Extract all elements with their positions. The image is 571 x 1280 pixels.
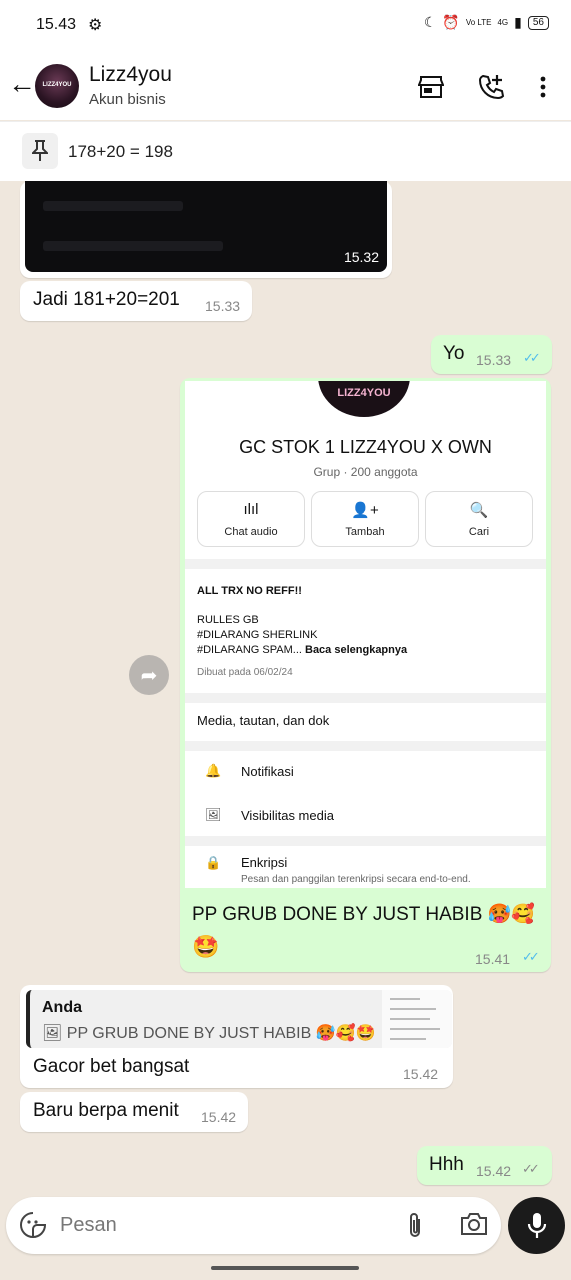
desc-line: ALL TRX NO REFF!! <box>197 585 302 597</box>
chat-audio-button: ılıl Chat audio <box>197 491 305 547</box>
desc-line: RULLES GB <box>197 614 259 626</box>
message-time: 15.41 <box>475 951 511 967</box>
message-text: Gacor bet bangsat <box>33 1056 190 1077</box>
created-date: Dibuat pada 06/02/24 <box>197 667 293 678</box>
message-time: 15.42 <box>476 1163 512 1179</box>
incoming-message[interactable]: Jadi 181+20=201 15.33 <box>20 281 252 321</box>
group-logo: LIZZ4YOU <box>318 381 410 417</box>
quoted-caption: PP GRUB DONE BY JUST HABIB 🥵🥰🤩 <box>66 1025 376 1042</box>
desc-line: #DILARANG SHERLINK <box>197 629 318 641</box>
pinned-message-bar[interactable]: 178+20 = 198 <box>0 121 571 181</box>
status-icons: ☾ ⏰ Vo LTE 4G ▮ 56 <box>424 14 549 31</box>
encryption-subtitle: Pesan dan panggilan terenkripsi secara e… <box>241 874 471 885</box>
back-arrow-icon[interactable]: ← <box>8 70 36 98</box>
pin-icon <box>22 133 58 169</box>
media-links-docs: Media, tautan, dan dok <box>197 713 330 728</box>
group-subtitle: Grup · 200 anggota <box>313 465 418 479</box>
message-composer[interactable]: Pesan <box>6 1197 501 1254</box>
media-thumbnail[interactable]: 15.32 <box>25 181 387 272</box>
read-more-link: Baca selengkapnya <box>305 644 408 656</box>
outgoing-message[interactable]: Yo 15.33 ✓✓ <box>431 335 552 374</box>
microphone-icon <box>527 1212 546 1238</box>
contact-subtitle: Akun bisnis <box>89 91 166 108</box>
chat-header: ← LIZZ4YOU Lizz4you Akun bisnis <box>0 52 571 120</box>
bell-icon: 🔔 <box>205 763 222 778</box>
divider <box>185 741 546 751</box>
read-ticks-icon: ✓✓ <box>523 350 541 365</box>
quoted-author: Anda <box>42 999 82 1016</box>
search-label: Cari <box>468 526 490 538</box>
signal-icon: ▮ <box>514 14 522 30</box>
quoted-message[interactable]: Anda 🖼 PP GRUB DONE BY JUST HABIB 🥵🥰🤩 <box>26 990 452 1048</box>
incoming-message[interactable]: Baru berpa menit 15.42 <box>20 1092 248 1132</box>
message-time: 15.33 <box>205 298 241 314</box>
read-ticks-icon: ✓✓ <box>522 949 540 964</box>
voice-record-button[interactable] <box>508 1197 565 1254</box>
message-time: 15.42 <box>201 1109 237 1125</box>
do-not-disturb-icon: ☾ <box>423 14 437 30</box>
message-input[interactable]: Pesan <box>60 1214 117 1237</box>
image-icon: 🖼 <box>42 1025 67 1042</box>
add-member-button: 👤+ Tambah <box>311 491 419 547</box>
camera-icon[interactable] <box>460 1211 488 1242</box>
quoted-thumbnail <box>382 990 452 1048</box>
media-visibility-item: Visibilitas media <box>241 808 334 823</box>
chat-audio-label: Chat audio <box>224 526 278 538</box>
group-info-screenshot[interactable]: LIZZ4YOU GC STOK 1 LIZZ4YOU X OWN Grup ·… <box>185 381 546 888</box>
message-text: Hhh <box>429 1154 464 1175</box>
alarm-icon: ⏰ <box>442 14 460 30</box>
avatar-text: LIZZ4YOU <box>42 82 72 88</box>
divider <box>185 693 546 703</box>
outgoing-message[interactable]: Hhh 15.42 ✓✓ <box>417 1146 552 1185</box>
message-time: 15.33 <box>476 352 512 368</box>
delivered-ticks-icon: ✓✓ <box>522 1161 540 1176</box>
lock-icon: 🔒 <box>205 855 222 870</box>
attach-icon[interactable] <box>404 1211 426 1246</box>
status-time: 15.43 <box>36 16 77 33</box>
home-indicator <box>211 1266 359 1270</box>
contact-name[interactable]: Lizz4you <box>89 63 172 87</box>
desc-text: #DILARANG SPAM... <box>197 644 302 656</box>
desc-line: #DILARANG SPAM... Baca selengkapnya <box>197 644 407 656</box>
battery-icon: 56 <box>527 15 549 30</box>
quoted-text: 🖼 PP GRUB DONE BY JUST HABIB 🥵🥰🤩 <box>42 1023 376 1043</box>
sticker-icon[interactable] <box>19 1211 47 1244</box>
more-options-icon[interactable] <box>528 72 558 102</box>
pinned-text: 178+20 = 198 <box>68 142 173 161</box>
group-title: GC STOK 1 LIZZ4YOU X OWN <box>239 437 492 457</box>
add-person-icon: 👤+ <box>351 502 379 519</box>
image-caption-line1: PP GRUB DONE BY JUST HABIB 🥵🥰 <box>192 904 535 925</box>
notifications-item: Notifikasi <box>241 764 294 779</box>
message-time: 15.42 <box>403 1066 439 1082</box>
volte-label: Vo LTE <box>465 17 492 27</box>
avatar[interactable]: LIZZ4YOU <box>35 64 79 108</box>
group-logo-text: LIZZ4YOU <box>337 387 391 399</box>
add-call-icon[interactable] <box>476 72 506 102</box>
image-caption-line2: 🤩 <box>192 934 220 959</box>
status-bar: 15.43 ⚙ ☾ ⏰ Vo LTE 4G ▮ 56 <box>0 0 571 52</box>
search-icon: 🔍 <box>469 502 489 519</box>
message-time: 15.32 <box>343 249 379 265</box>
message-text: Baru berpa menit <box>33 1100 179 1121</box>
add-member-label: Tambah <box>345 526 385 538</box>
divider <box>185 559 546 569</box>
divider <box>185 836 546 846</box>
settings-gear-icon: ⚙ <box>88 17 103 34</box>
store-icon[interactable] <box>416 72 446 102</box>
encryption-item: Enkripsi <box>241 855 288 870</box>
forward-icon[interactable]: ➦ <box>129 655 169 695</box>
message-text: Yo <box>443 343 465 364</box>
audio-wave-icon: ılıl <box>243 501 259 518</box>
image-icon: 🖼 <box>205 807 222 822</box>
message-text: Jadi 181+20=201 <box>33 289 180 310</box>
network-type-label: 4G <box>497 17 509 27</box>
search-button: 🔍 Cari <box>425 491 533 547</box>
